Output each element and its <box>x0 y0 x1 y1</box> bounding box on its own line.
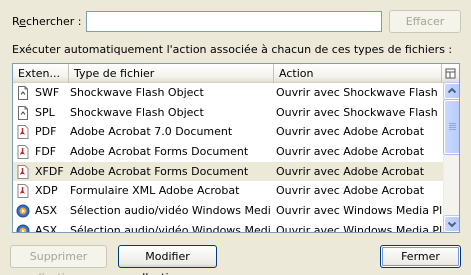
cell-file-type: Formulaire XML Adobe Acrobat <box>70 184 240 198</box>
auto-action-label: Exécuter automatiquement l'action associ… <box>12 43 453 56</box>
pdf-icon <box>16 164 30 179</box>
cell-extension: SWF <box>35 86 60 99</box>
vertical-scrollbar[interactable] <box>443 83 459 232</box>
cell-action: Ouvrir avec Shockwave Flash <box>276 86 438 99</box>
cell-action: Ouvrir avec Adobe Acrobat <box>276 164 425 178</box>
list-header: Exten... Type de fichier Action <box>13 64 459 83</box>
cell-extension: XFDF <box>35 164 64 178</box>
cell-action: Ouvrir avec Adobe Acrobat <box>276 125 425 139</box>
file-actions-dialog: Rechercher : Effacer Exécuter automatiqu… <box>0 0 471 275</box>
cell-file-type: Shockwave Flash Object <box>70 86 204 99</box>
table-row[interactable]: ASX Sélection audio/vidéo Windows Media Ou… <box>13 221 443 233</box>
pdf-icon <box>16 145 30 160</box>
cell-action: Ouvrir avec Windows Media Pl... <box>276 223 443 233</box>
table-row[interactable]: XDP Formulaire XML Adobe Acrobat Ouvrir av… <box>13 181 443 201</box>
scroll-up-button[interactable] <box>444 83 459 99</box>
cell-extension: SPL <box>35 105 55 119</box>
cell-action: Ouvrir avec Adobe Acrobat <box>276 184 425 198</box>
scroll-down-button[interactable] <box>444 216 459 232</box>
column-header-extension[interactable]: Exten... <box>13 64 69 83</box>
table-row[interactable]: XFDF Adobe Acrobat Forms Document Ouvrir a… <box>13 161 443 182</box>
table-row[interactable]: ASX Sélection audio/vidéo Windows Media Ou… <box>13 201 443 221</box>
list-rows: SWF Shockwave Flash Object Ouvrir avec Sho… <box>13 83 443 233</box>
pdf-icon <box>16 184 30 199</box>
cell-file-type: Adobe Acrobat 7.0 Document <box>70 125 233 139</box>
cell-action: Ouvrir avec Adobe Acrobat <box>276 145 425 159</box>
search-input[interactable] <box>86 11 382 32</box>
cell-file-type: Shockwave Flash Object <box>70 105 204 119</box>
cell-file-type: Adobe Acrobat Forms Document <box>70 164 249 178</box>
search-label: Rechercher : <box>12 15 82 28</box>
remove-action-button[interactable]: Supprimer l'action <box>10 245 107 275</box>
table-row[interactable]: SPL Shockwave Flash Object Ouvrir avec Sho… <box>13 103 443 123</box>
cell-extension: FDF <box>35 145 57 159</box>
table-row[interactable]: SWF Shockwave Flash Object Ouvrir avec Sho… <box>13 83 443 103</box>
media-icon <box>16 204 30 218</box>
cell-extension: PDF <box>35 125 57 139</box>
arrow-down-icon <box>447 221 457 228</box>
file-types-list[interactable]: Exten... Type de fichier Action SWF Shock… <box>12 63 460 233</box>
clear-button[interactable]: Effacer <box>389 10 461 33</box>
pdf-icon <box>16 125 30 140</box>
cell-extension: XDP <box>35 184 58 198</box>
blank-doc-icon <box>16 105 30 120</box>
cell-extension: ASX <box>35 223 58 233</box>
column-header-type[interactable]: Type de fichier <box>69 64 274 83</box>
table-row[interactable]: FDF Adobe Acrobat Forms Document Ouvrir av… <box>13 142 443 162</box>
cell-action: Ouvrir avec Shockwave Flash <box>276 105 438 119</box>
column-header-action[interactable]: Action <box>274 64 442 83</box>
cell-extension: ASX <box>35 204 58 218</box>
cell-file-type: Sélection audio/vidéo Windows Media <box>70 223 270 233</box>
cell-file-type: Adobe Acrobat Forms Document <box>70 145 249 159</box>
blank-doc-icon <box>16 86 30 100</box>
scroll-thumb[interactable] <box>444 100 459 154</box>
column-chooser-icon[interactable] <box>442 64 459 83</box>
cell-action: Ouvrir avec Windows Media Pl... <box>276 204 443 218</box>
media-icon <box>16 224 30 232</box>
cell-file-type: Sélection audio/vidéo Windows Media <box>70 204 270 218</box>
table-row[interactable]: PDF Adobe Acrobat 7.0 Document Ouvrir avec… <box>13 122 443 142</box>
close-button[interactable]: Fermer <box>380 245 461 268</box>
modify-action-button[interactable]: Modifier l'action... <box>118 245 217 275</box>
arrow-up-icon <box>447 87 457 94</box>
